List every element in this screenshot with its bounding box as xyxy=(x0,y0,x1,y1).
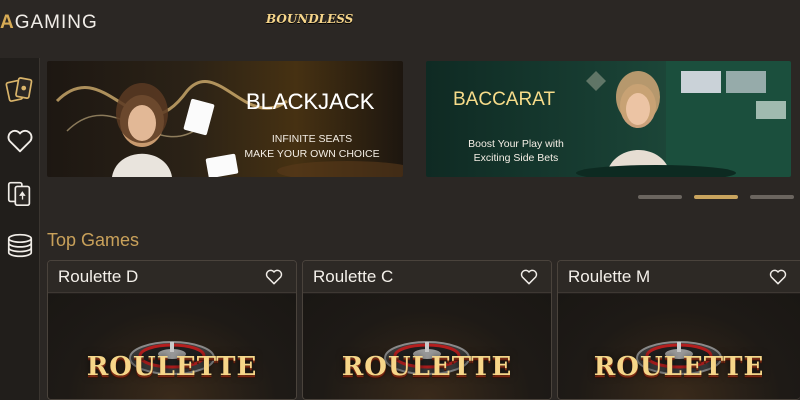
game-title: Roulette D xyxy=(58,266,139,286)
banner-blackjack-title-prefix: BOUNDLESS xyxy=(266,12,354,26)
game-card[interactable]: Roulette C ROULETTE xyxy=(302,260,552,400)
section-title-top-games: Top Games xyxy=(47,230,140,250)
game-title: Roulette M xyxy=(568,266,651,286)
logo-text: GAMING xyxy=(14,12,98,33)
sidebar xyxy=(0,58,40,400)
game-thumbnail: ROULETTE xyxy=(558,294,800,399)
banner-blackjack-title: BLACKJACK xyxy=(246,89,375,114)
game-title: Roulette C xyxy=(313,266,394,286)
heart-icon[interactable] xyxy=(264,267,284,287)
playing-cards-icon xyxy=(7,181,30,207)
game-card-header: Roulette M xyxy=(558,261,800,293)
banner-blackjack-line1: INFINITE SEATS xyxy=(271,133,353,145)
game-card[interactable]: Roulette D ROULETTE xyxy=(47,260,297,400)
game-card[interactable]: Roulette M ROULETTE xyxy=(557,260,800,400)
banner-baccarat-line1: Boost Your Play with xyxy=(468,138,564,150)
heart-icon[interactable] xyxy=(768,267,788,287)
top-bar: A GAMING xyxy=(0,0,800,46)
game-art-label: ROULETTE xyxy=(593,352,765,382)
game-art-label: ROULETTE xyxy=(341,352,513,382)
banner-blackjack-line2: MAKE YOUR OWN CHOICE xyxy=(244,148,380,160)
sidebar-item-chips[interactable] xyxy=(1,224,39,266)
logo-accent: A xyxy=(0,12,15,33)
game-thumbnail: ROULETTE xyxy=(48,294,296,399)
cards-icon xyxy=(5,77,32,102)
banner-baccarat-title: BACCARAT xyxy=(453,89,556,110)
game-thumbnail: ROULETTE xyxy=(303,294,551,399)
sidebar-item-table-games[interactable] xyxy=(1,172,39,214)
game-art-label: ROULETTE xyxy=(86,352,258,382)
game-card-header: Roulette C xyxy=(303,261,551,293)
heart-icon[interactable] xyxy=(519,267,539,287)
chips-icon xyxy=(7,233,32,258)
banner-baccarat-line2: Exciting Side Bets xyxy=(473,152,559,164)
carousel-dot-1[interactable] xyxy=(638,195,682,199)
game-card-header: Roulette D xyxy=(48,261,296,293)
carousel-dot-2[interactable] xyxy=(694,195,738,199)
sidebar-item-favorites[interactable] xyxy=(1,120,39,162)
carousel-dot-3[interactable] xyxy=(750,195,794,199)
sidebar-item-cards[interactable] xyxy=(1,68,39,110)
brand-logo[interactable]: A GAMING xyxy=(0,12,98,34)
heart-icon xyxy=(7,129,32,153)
carousel-indicators xyxy=(638,195,794,199)
